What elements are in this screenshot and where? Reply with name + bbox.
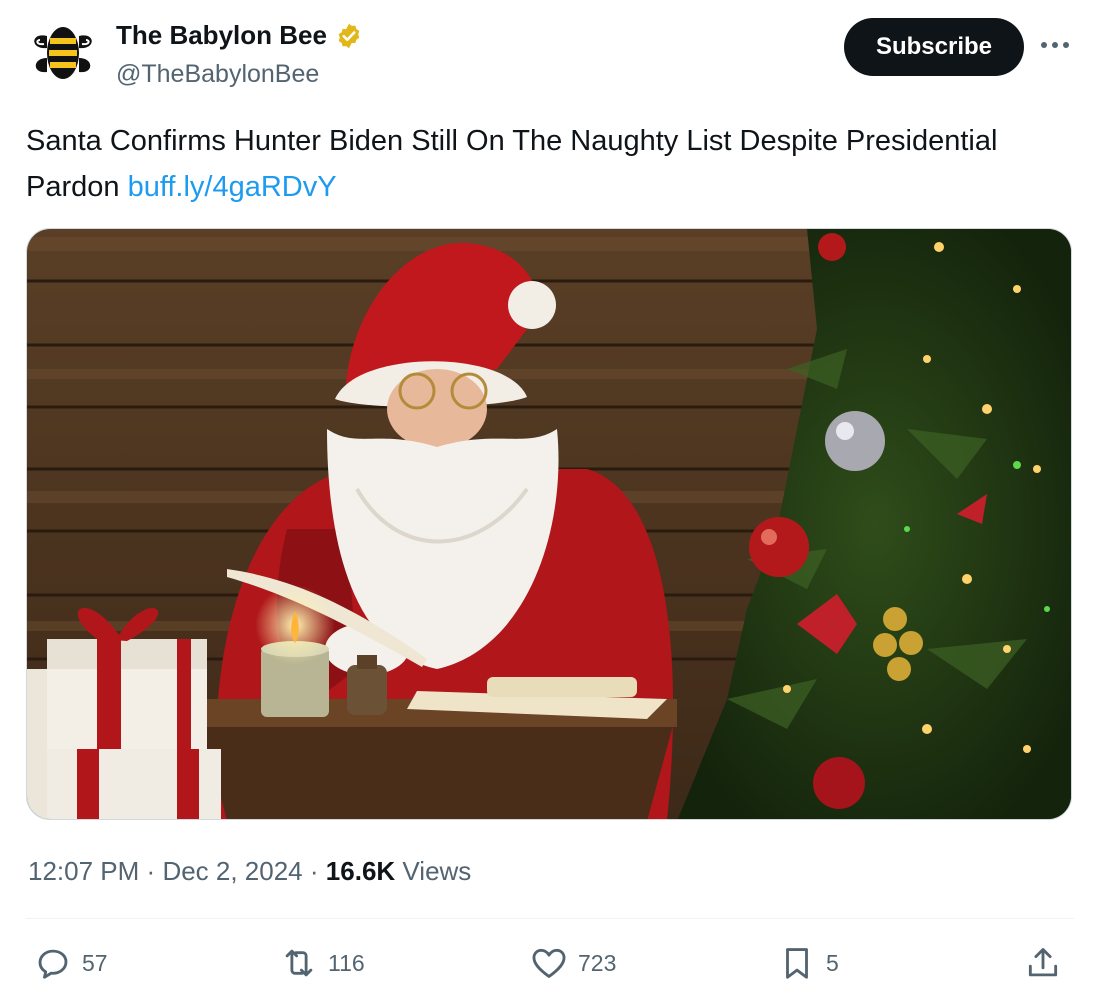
more-horizontal-icon xyxy=(1041,42,1069,48)
tweet-link[interactable]: buff.ly/4gaRDvY xyxy=(128,171,337,203)
user-handle[interactable]: @TheBabylonBee xyxy=(116,60,319,89)
name-row: The Babylon Bee xyxy=(116,20,363,51)
divider xyxy=(26,918,1074,919)
verified-badge-icon[interactable] xyxy=(335,22,363,50)
share-icon xyxy=(1028,948,1058,977)
like-count: 723 xyxy=(578,949,617,976)
like-button[interactable]: 723 xyxy=(530,944,616,982)
reply-button[interactable]: 57 xyxy=(34,944,108,982)
views-count: 16.6K xyxy=(325,856,396,886)
avatar[interactable] xyxy=(26,16,100,90)
subscribe-button[interactable]: Subscribe xyxy=(844,18,1024,76)
repost-button[interactable]: 116 xyxy=(280,944,365,982)
views-label: Views xyxy=(402,856,472,886)
tweet-text: Santa Confirms Hunter Biden Still On The… xyxy=(26,118,1076,210)
bee-logo-icon xyxy=(26,16,100,90)
bookmark-button[interactable]: 5 xyxy=(778,944,839,982)
tweet-header: The Babylon Bee @TheBabylonBee Subscribe xyxy=(26,16,1076,96)
bookmark-count: 5 xyxy=(826,949,839,976)
display-name[interactable]: The Babylon Bee xyxy=(116,20,327,51)
tweet-media[interactable] xyxy=(26,228,1072,820)
tweet-time[interactable]: 12:07 PM xyxy=(28,856,139,886)
tweet-date[interactable]: Dec 2, 2024 xyxy=(162,856,302,886)
reply-icon xyxy=(38,949,68,979)
repost-icon xyxy=(285,949,313,977)
repost-count: 116 xyxy=(328,949,365,976)
reply-count: 57 xyxy=(82,949,108,976)
meta-separator: · xyxy=(309,856,319,886)
heart-icon xyxy=(532,948,566,978)
tweet-meta: 12:07 PM · Dec 2, 2024 · 16.6K Views xyxy=(28,856,471,887)
share-button[interactable] xyxy=(1024,944,1062,982)
bookmark-icon xyxy=(786,948,808,979)
more-options-button[interactable] xyxy=(1040,30,1070,60)
tweet-actions: 57 116 723 5 xyxy=(26,940,1074,990)
meta-separator: · xyxy=(146,856,156,886)
santa-photo-icon xyxy=(27,229,1071,819)
